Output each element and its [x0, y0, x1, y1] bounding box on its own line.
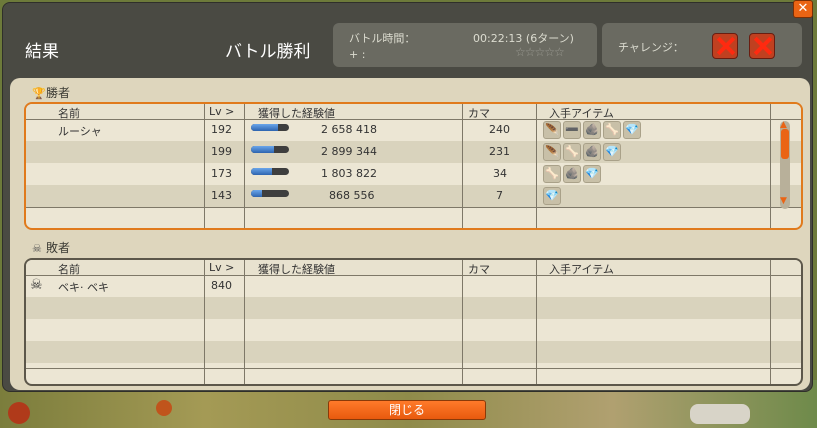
table-row — [26, 341, 801, 363]
column-divider — [244, 104, 245, 228]
ore-item-icon[interactable]: 🪨 — [583, 143, 601, 161]
item-list: 🪶 ➖ 🪨 🦴 💎 — [543, 121, 643, 139]
header-lv[interactable]: Lv > — [209, 105, 234, 118]
gem-item-icon[interactable]: 💎 — [583, 165, 601, 183]
xp-bar-fill — [251, 146, 274, 153]
bg-decoration — [8, 402, 30, 424]
xp-value: 2 899 344 — [321, 145, 377, 158]
table-row[interactable]: ルーシャ 192 2 658 418 240 🪶 ➖ 🪨 🦴 💎 — [26, 119, 801, 141]
column-divider — [536, 260, 537, 384]
winners-header-row: 名前 Lv > 獲得した経験値 カマ 入手アイテム — [26, 104, 801, 120]
column-divider — [462, 260, 463, 384]
ore-item-icon[interactable]: 🪨 — [563, 165, 581, 183]
table-row[interactable]: 143 868 556 7 💎 — [26, 185, 801, 207]
scroll-up-icon[interactable]: ▲ — [780, 121, 790, 130]
challenge-box: チャレンジ： — [602, 23, 802, 67]
skull-icon: ☠ — [30, 277, 43, 293]
column-divider — [244, 260, 245, 384]
row-divider — [26, 119, 801, 120]
bone-item-icon[interactable]: 🦴 — [543, 165, 561, 183]
row-divider — [26, 275, 801, 276]
skull-icon: ☠ — [32, 242, 42, 255]
battle-time-value: 00:22:13 (6ターン) — [473, 32, 574, 45]
item-list: 💎 — [543, 187, 563, 205]
scroll-down-icon[interactable]: ▼ — [780, 197, 790, 206]
player-level: 173 — [211, 167, 232, 180]
bone-item-icon[interactable]: 🦴 — [603, 121, 621, 139]
table-row[interactable]: 199 2 899 344 231 🪶 🦴 🪨 💎 — [26, 141, 801, 163]
xp-bar — [251, 168, 289, 175]
player-name: ルーシャ — [58, 125, 102, 138]
xp-bar-fill — [251, 190, 263, 197]
results-content: 🏆勝者 名前 Lv > 獲得した経験値 カマ 入手アイテム ルーシャ 192 2… — [10, 78, 810, 390]
close-icon[interactable]: ✕ — [793, 0, 813, 18]
gem-item-icon[interactable]: 💎 — [623, 121, 641, 139]
table-row — [26, 319, 801, 341]
losers-header-row: 名前 Lv > 獲得した経験値 カマ 入手アイテム — [26, 260, 801, 276]
ore-item-icon[interactable]: 🪨 — [583, 121, 601, 139]
winners-label: 勝者 — [46, 86, 71, 100]
xp-value: 2 658 418 — [321, 123, 377, 136]
xp-bar — [251, 190, 289, 197]
column-divider — [536, 104, 537, 228]
bg-decoration — [690, 404, 750, 424]
item-list: 🦴 🪨 💎 — [543, 165, 603, 183]
xp-value: 868 556 — [329, 189, 375, 202]
column-divider — [204, 260, 205, 384]
bg-decoration — [156, 400, 172, 416]
stick-item-icon[interactable]: ➖ — [563, 121, 581, 139]
player-level: 199 — [211, 145, 232, 158]
header-lv[interactable]: Lv > — [209, 261, 234, 274]
column-divider — [204, 104, 205, 228]
column-divider — [462, 104, 463, 228]
trophy-icon: 🏆 — [32, 87, 46, 100]
challenge-label: チャレンジ： — [618, 41, 684, 54]
winners-table: 名前 Lv > 獲得した経験値 カマ 入手アイテム ルーシャ 192 2 658… — [24, 102, 803, 230]
column-divider — [770, 104, 771, 228]
player-level: 143 — [211, 189, 232, 202]
xp-bar-fill — [251, 168, 272, 175]
scroll-thumb[interactable] — [781, 129, 789, 159]
row-divider — [26, 368, 801, 369]
column-divider — [770, 260, 771, 384]
kama-value: 240 — [489, 123, 510, 136]
xp-bar-fill — [251, 124, 278, 131]
player-name: ベキ· ベキ — [58, 281, 109, 294]
battle-time-label: バトル時間： — [349, 32, 416, 45]
xp-value: 1 803 822 — [321, 167, 377, 180]
battle-result-title: バトル勝利 — [225, 42, 311, 62]
losers-table: 名前 Lv > 獲得した経験値 カマ 入手アイテム ☠ ベキ· ベキ 840 — [24, 258, 803, 386]
table-row[interactable]: ☠ ベキ· ベキ 840 — [26, 275, 801, 297]
results-window: 結果 バトル勝利 バトル時間： 00:22:13 (6ターン) + : ☆☆☆☆… — [2, 2, 813, 392]
player-level: 840 — [211, 279, 232, 292]
winners-section-label: 🏆勝者 — [32, 84, 70, 101]
table-row[interactable]: 173 1 803 822 34 🦴 🪨 💎 — [26, 163, 801, 185]
battle-info-box: バトル時間： 00:22:13 (6ターン) + : ☆☆☆☆☆ — [333, 23, 597, 67]
gem-item-icon[interactable]: 💎 — [603, 143, 621, 161]
gem-item-icon[interactable]: 💎 — [543, 187, 561, 205]
winners-scrollbar[interactable]: ▲ ▼ — [780, 121, 790, 209]
player-level: 192 — [211, 123, 232, 136]
bone-item-icon[interactable]: 🦴 — [563, 143, 581, 161]
kama-value: 231 — [489, 145, 510, 158]
feather-item-icon[interactable]: 🪶 — [543, 121, 561, 139]
xp-bar — [251, 124, 289, 131]
close-button[interactable]: 閉じる — [328, 400, 486, 420]
failed-challenge-icon[interactable] — [749, 33, 775, 59]
xp-bar — [251, 146, 289, 153]
table-row — [26, 297, 801, 319]
item-list: 🪶 🦴 🪨 💎 — [543, 143, 623, 161]
plus-label: + : — [349, 48, 366, 61]
feather-item-icon[interactable]: 🪶 — [543, 143, 561, 161]
losers-section-label: ☠ 敗者 — [32, 239, 70, 256]
row-divider — [26, 207, 801, 208]
failed-challenge-icon[interactable] — [712, 33, 738, 59]
window-title: 結果 — [25, 42, 59, 62]
star-rating: ☆☆☆☆☆ — [515, 45, 565, 59]
losers-label: 敗者 — [46, 241, 71, 255]
kama-value: 34 — [493, 167, 507, 180]
kama-value: 7 — [496, 189, 503, 202]
